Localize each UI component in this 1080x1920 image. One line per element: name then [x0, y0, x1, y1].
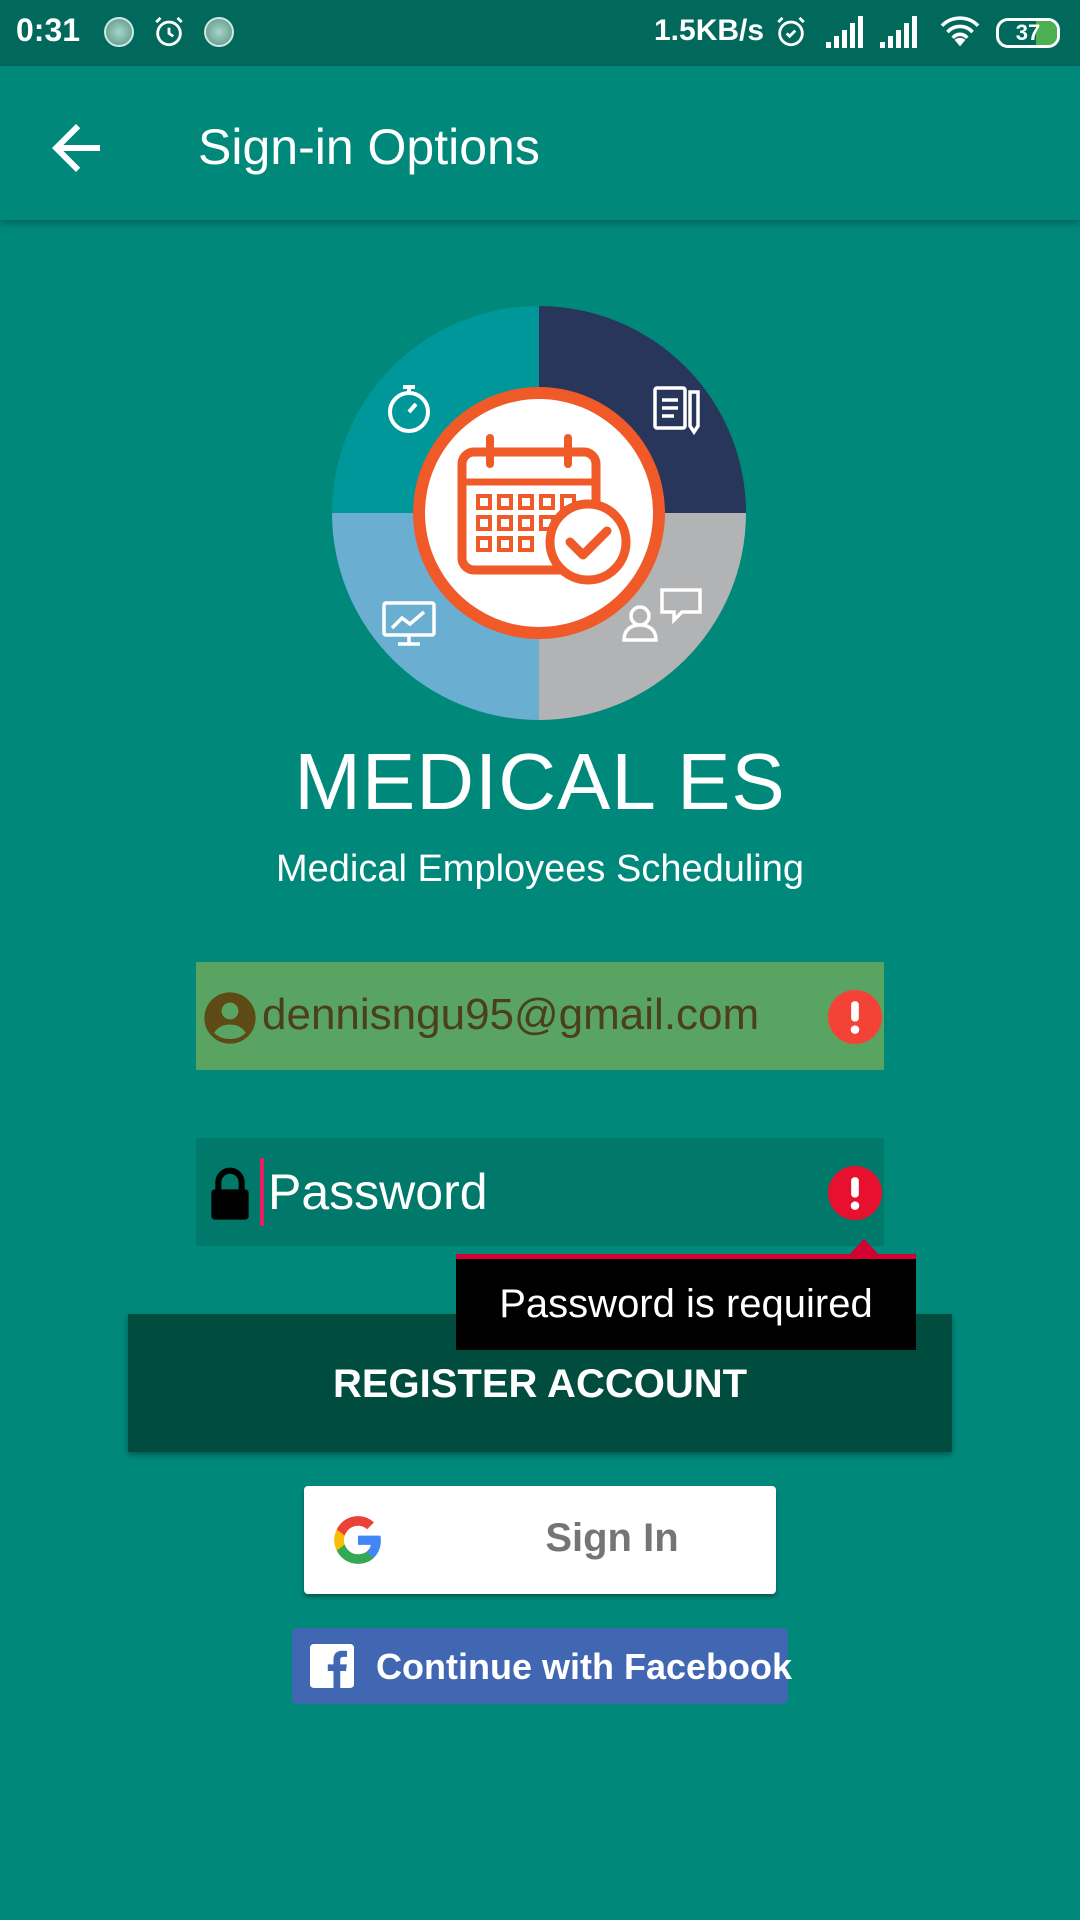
app-bar: Sign-in Options: [0, 66, 1080, 220]
error-icon[interactable]: [828, 1166, 882, 1220]
google-sign-in-label: Sign In: [545, 1516, 679, 1560]
error-message: Password is required: [499, 1282, 873, 1326]
lock-icon: [211, 1167, 249, 1220]
email-value: dennisngu95@gmail.com: [262, 990, 760, 1039]
battery-level: 37: [1015, 20, 1041, 45]
app-subtitle: Medical Employees Scheduling: [275, 848, 805, 890]
notification-dot-icon: [204, 17, 234, 47]
app-logo: [332, 306, 746, 720]
status-time: 0:31: [16, 12, 81, 48]
arrow-back-icon[interactable]: [40, 112, 112, 184]
google-sign-in-button[interactable]: Sign In: [304, 1486, 776, 1594]
wifi-icon: [940, 16, 980, 47]
tooltip-arrow: [850, 1239, 878, 1254]
notification-dot-icon: [104, 17, 134, 47]
network-speed: 1.5KB/s: [654, 14, 765, 47]
register-account-label: REGISTER ACCOUNT: [332, 1362, 748, 1406]
page-title: Sign-in Options: [198, 119, 540, 175]
status-bar: 0:31 1.5KB/s 37: [0, 0, 1080, 66]
facebook-login-label: Continue with Facebook: [376, 1646, 793, 1687]
account-circle-icon: [204, 992, 256, 1044]
email-field[interactable]: dennisngu95@gmail.com: [196, 962, 884, 1070]
google-icon: [334, 1516, 381, 1564]
password-input[interactable]: [260, 1158, 788, 1226]
signal-icon: [826, 16, 863, 48]
facebook-login-button[interactable]: Continue with Facebook: [292, 1628, 792, 1704]
facebook-icon: [310, 1644, 354, 1688]
app-name: MEDICAL ES: [294, 737, 786, 826]
password-field: [196, 1138, 884, 1246]
battery-icon: 37: [996, 18, 1060, 48]
error-tooltip: Password is required: [456, 1239, 916, 1350]
alarm-icon: [777, 16, 805, 47]
signal-icon: [880, 16, 917, 48]
alarm-icon: [155, 16, 183, 47]
error-icon[interactable]: [828, 990, 882, 1044]
